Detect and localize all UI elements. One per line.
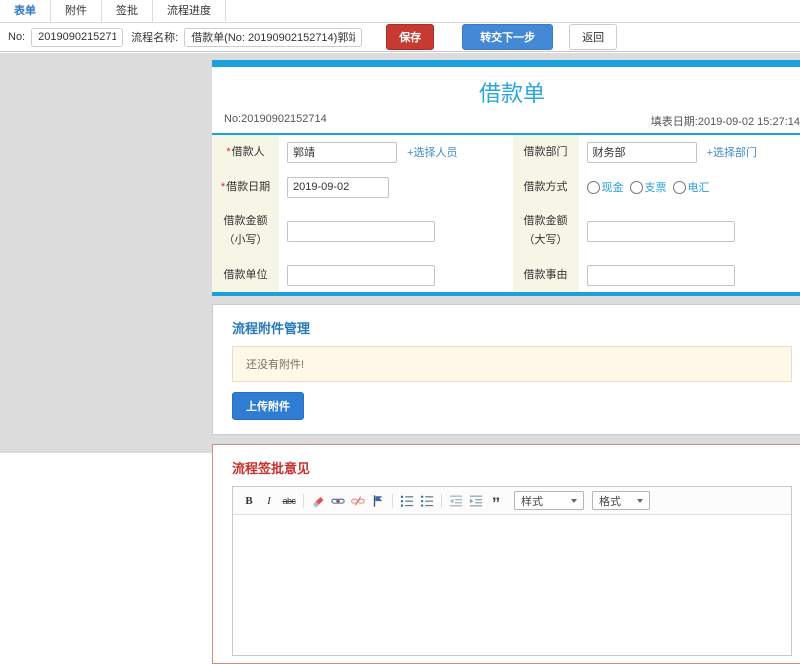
- form-top-accent-bar: [212, 60, 800, 67]
- strikethrough-button[interactable]: abc: [280, 492, 298, 509]
- document-area: 借款单 No:20190902152714 填表日期:2019-09-02 15…: [212, 60, 800, 664]
- table-row: *借款日期 借款方式 现金 支票 电汇: [212, 170, 800, 205]
- department-input[interactable]: [587, 142, 697, 163]
- approval-section-heading: 流程签批意见: [232, 458, 792, 477]
- styles-dropdown-label: 样式: [521, 493, 543, 509]
- loan-date-field-cell: [279, 170, 513, 205]
- remove-format-icon[interactable]: [309, 492, 327, 509]
- loan-form-card: 借款单 No:20190902152714 填表日期:2019-09-02 15…: [212, 60, 800, 296]
- loan-date-label: 借款日期: [226, 181, 270, 193]
- loan-method-label-cell: 借款方式: [513, 170, 579, 205]
- rich-text-editor: B I abc: [232, 486, 792, 656]
- bulleted-list-icon[interactable]: [418, 492, 436, 509]
- amount-lower-input[interactable]: [287, 221, 435, 242]
- process-name-input[interactable]: [184, 28, 362, 47]
- table-row: 借款金额（小写） 借款金额（大写）: [212, 204, 800, 257]
- unlink-icon[interactable]: [349, 492, 367, 509]
- amount-upper-input[interactable]: [587, 221, 735, 242]
- form-bottom-accent-bar: [212, 292, 800, 296]
- tab-attachments[interactable]: 附件: [51, 0, 102, 22]
- cash-radio[interactable]: [587, 181, 600, 194]
- wire-transfer-radio[interactable]: [673, 181, 686, 194]
- loan-unit-field-cell: [279, 258, 513, 293]
- form-number-text: No:20190902152714: [224, 113, 327, 129]
- save-button[interactable]: 保存: [386, 24, 434, 50]
- forward-next-step-button[interactable]: 转交下一步: [462, 24, 553, 50]
- choose-person-link[interactable]: +选择人员: [407, 147, 457, 159]
- required-asterisk: *: [221, 181, 225, 193]
- format-dropdown[interactable]: 格式: [592, 491, 650, 510]
- loan-unit-input[interactable]: [287, 265, 435, 286]
- loan-unit-label: 借款单位: [224, 269, 268, 281]
- no-label: No:: [8, 31, 25, 43]
- loan-unit-label-cell: 借款单位: [212, 258, 279, 293]
- anchor-flag-icon[interactable]: [369, 492, 387, 509]
- chevron-down-icon: [571, 499, 577, 503]
- loan-reason-label: 借款事由: [524, 269, 568, 281]
- department-field-cell: +选择部门: [579, 135, 800, 170]
- process-name-label: 流程名称:: [131, 29, 178, 45]
- department-label-cell: 借款部门: [513, 135, 579, 170]
- workspace-background: 借款单 No:20190902152714 填表日期:2019-09-02 15…: [0, 53, 800, 453]
- form-meta-row: No:20190902152714 填表日期:2019-09-02 15:27:…: [212, 111, 800, 135]
- amount-lower-field-cell: [279, 204, 513, 257]
- amount-upper-field-cell: [579, 204, 800, 257]
- chevron-down-icon: [637, 499, 643, 503]
- loan-method-field-cell: 现金 支票 电汇: [579, 170, 800, 205]
- form-fill-date-text: 填表日期:2019-09-02 15:27:14: [651, 113, 800, 129]
- numbered-list-icon[interactable]: [398, 492, 416, 509]
- no-attachment-notice: 还没有附件!: [232, 346, 792, 382]
- borrower-field-cell: +选择人员: [279, 135, 513, 170]
- choose-department-link[interactable]: +选择部门: [707, 147, 757, 159]
- amount-lower-label-cell: 借款金额（小写）: [212, 204, 279, 257]
- toolbar-separator: [441, 494, 442, 508]
- wire-transfer-radio-label: 电汇: [688, 179, 710, 195]
- amount-upper-label: 借款金额（大写）: [524, 215, 568, 246]
- borrower-label-cell: *借款人: [212, 135, 279, 170]
- indent-icon[interactable]: [467, 492, 485, 509]
- loan-reason-field-cell: [579, 258, 800, 293]
- loan-method-label: 借款方式: [524, 181, 568, 193]
- loan-method-radio-group: 现金 支票 电汇: [587, 179, 800, 195]
- format-dropdown-label: 格式: [599, 493, 621, 509]
- tab-approval[interactable]: 签批: [102, 0, 153, 22]
- toolbar-separator: [392, 494, 393, 508]
- cheque-radio[interactable]: [630, 181, 643, 194]
- italic-button[interactable]: I: [260, 492, 278, 509]
- approval-section: 流程签批意见 B I abc: [212, 444, 800, 664]
- back-button[interactable]: 返回: [569, 24, 617, 50]
- upload-attachment-button[interactable]: 上传附件: [232, 392, 304, 420]
- editor-toolbar: B I abc: [233, 487, 791, 515]
- link-icon[interactable]: [329, 492, 347, 509]
- tab-form[interactable]: 表单: [0, 0, 51, 22]
- cash-radio-label: 现金: [602, 179, 624, 195]
- amount-upper-label-cell: 借款金额（大写）: [513, 204, 579, 257]
- table-row: 借款单位 借款事由: [212, 258, 800, 293]
- blockquote-button[interactable]: ”: [487, 492, 505, 509]
- loan-date-input[interactable]: [287, 177, 389, 198]
- top-tab-bar: 表单 附件 签批 流程进度: [0, 0, 800, 23]
- bold-button[interactable]: B: [240, 492, 258, 509]
- loan-date-label-cell: *借款日期: [212, 170, 279, 205]
- outdent-icon[interactable]: [447, 492, 465, 509]
- attachment-section-heading: 流程附件管理: [232, 318, 792, 337]
- borrower-label: 借款人: [232, 146, 265, 158]
- editor-content-area[interactable]: [233, 515, 791, 655]
- tab-process-progress[interactable]: 流程进度: [153, 0, 226, 22]
- no-input[interactable]: [31, 28, 123, 47]
- page-title: 借款单: [212, 67, 800, 111]
- table-row: *借款人 +选择人员 借款部门 +选择部门: [212, 135, 800, 170]
- borrower-input[interactable]: [287, 142, 397, 163]
- department-label: 借款部门: [524, 146, 568, 158]
- required-asterisk: *: [226, 146, 230, 158]
- cheque-radio-label: 支票: [645, 179, 667, 195]
- toolbar-separator: [303, 494, 304, 508]
- attachment-section: 流程附件管理 还没有附件! 上传附件: [212, 304, 800, 435]
- styles-dropdown[interactable]: 样式: [514, 491, 584, 510]
- loan-reason-label-cell: 借款事由: [513, 258, 579, 293]
- loan-form-table: *借款人 +选择人员 借款部门 +选择部门: [212, 135, 800, 292]
- loan-reason-input[interactable]: [587, 265, 735, 286]
- command-bar: No: 流程名称: 保存 转交下一步 返回: [0, 23, 800, 52]
- amount-lower-label: 借款金额（小写）: [224, 215, 268, 246]
